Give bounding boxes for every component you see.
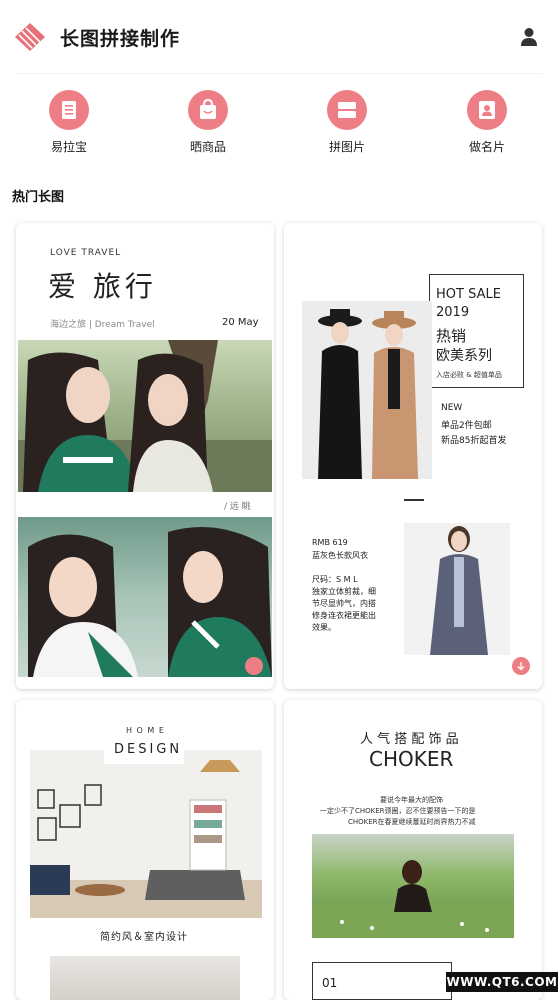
travel-eyebrow: LOVE TRAVEL [50,248,122,258]
product-desc-3: 节尽显帅气，内搭 [312,599,376,608]
promo-line-1: 单品2件包邮 [441,421,492,431]
download-icon[interactable] [512,657,530,675]
home-big-label: DESIGN [114,742,183,757]
nav-label: 晒商品 [189,140,226,154]
app-logo-icon [15,23,45,51]
new-label: NEW [441,403,463,413]
product-desc-1: 尺码：S M L [312,575,358,584]
hot-sale-small: 入店必败 & 超值单品 [436,371,502,379]
nav-label: 拼图片 [328,140,365,154]
nav-item-rollup[interactable]: 易拉宝 [24,90,114,155]
hot-sale-cn2: 欧美系列 [436,348,492,364]
travel-subtitle: 海边之旅 | Dream Travel [50,320,155,330]
template-card-choker[interactable]: 人 气 搭 配 饰 品 CHOKER 要说今年最大的配饰 一定少不了CHOKER… [284,700,542,1000]
fashion-photo-2 [404,523,510,655]
product-name: 蓝灰色长款风衣 [312,551,368,560]
hot-sale-title: HOT SALE [436,287,501,302]
choker-line-2: 一定少不了CHOKER颈圈，忍不住要预告一下的是 [320,807,476,815]
fashion-photo-1 [302,301,432,479]
rollup-banner-icon [49,90,89,130]
nav-item-product[interactable]: 晒商品 [163,90,253,155]
nav-item-collage[interactable]: 拼图片 [302,90,392,155]
choker-number: 01 [322,976,338,990]
choker-photo [312,834,514,938]
shopping-bag-icon [188,90,228,130]
nav-label: 做名片 [468,140,505,154]
product-desc-2: 独家立体剪裁，细 [312,587,376,596]
section-title: 热门长图 [12,190,65,205]
travel-photo-2 [18,517,272,677]
product-price: RMB 619 [312,538,348,547]
template-card-fashion[interactable]: HOT SALE 2019 热销 欧美系列 入店必败 & 超值单品 NEW 单品… [284,223,542,689]
travel-title: 爱 旅行 [48,270,157,303]
choker-line-3: CHOKER在春夏继续蔓延时尚界热力不减 [348,818,476,826]
template-card-home[interactable]: H O M E DESIGN 简约风＆室内设计 [16,700,274,1000]
business-card-icon [467,90,507,130]
template-card-travel[interactable]: LOVE TRAVEL 爱 旅行 海边之旅 | Dream Travel 20 … [16,223,274,689]
travel-caption: / 远 眺 [224,502,251,512]
home-photo-2 [50,956,240,1000]
travel-date: 20 May [222,317,259,328]
header-divider [16,73,542,74]
choker-line-1: 要说今年最大的配饰 [380,796,443,804]
choker-title: 人 气 搭 配 饰 品 [360,732,459,747]
home-photo-1 [30,750,262,918]
home-caption: 简约风＆室内设计 [100,932,188,943]
hot-sale-cn1: 热销 [436,327,467,345]
home-small-label: H O M E [126,726,165,735]
collage-icon [327,90,367,130]
hot-sale-year: 2019 [436,305,470,320]
product-desc-4: 修身连衣裙更能出 [312,611,376,620]
promo-line-2: 新品85折起首发 [441,436,507,446]
divider-line [404,499,424,501]
choker-brand: CHOKER [369,747,454,771]
download-icon[interactable] [245,657,263,675]
user-profile-icon[interactable] [518,26,540,48]
watermark: WWW.QT6.COM [446,972,558,992]
app-header: 长图拼接制作 [0,0,558,72]
nav-item-card[interactable]: 做名片 [442,90,532,155]
nav-label: 易拉宝 [50,140,87,154]
product-desc-5: 效果。 [312,623,336,632]
app-title: 长图拼接制作 [60,28,181,50]
travel-photo-1 [18,340,272,492]
